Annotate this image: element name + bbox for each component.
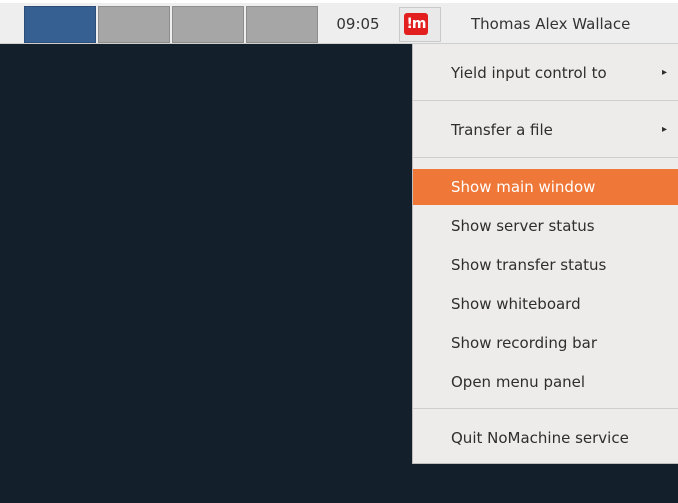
menu-item-label: Show recording bar: [451, 334, 598, 352]
workspace-1[interactable]: [24, 6, 96, 43]
submenu-arrow-icon: ▸: [661, 124, 667, 135]
submenu-arrow-icon: ▸: [661, 67, 667, 78]
menu-item-label: Yield input control to: [451, 64, 607, 82]
nomachine-icon: !m: [404, 13, 428, 35]
nomachine-context-menu: Yield input control to ▸ Transfer a file…: [412, 44, 678, 464]
menu-item-label: Transfer a file: [451, 121, 553, 139]
menu-item-show-main-window[interactable]: Show main window: [413, 169, 678, 205]
workspace-3[interactable]: [172, 6, 244, 43]
menu-separator: [413, 157, 678, 158]
menu-item-label: Show whiteboard: [451, 295, 581, 313]
user-name[interactable]: Thomas Alex Wallace: [471, 6, 678, 43]
menu-item-quit-service[interactable]: Quit NoMachine service: [413, 420, 678, 456]
menu-item-open-menu-panel[interactable]: Open menu panel: [413, 364, 678, 400]
menu-item-show-whiteboard[interactable]: Show whiteboard: [413, 286, 678, 322]
menu-item-show-server-status[interactable]: Show server status: [413, 208, 678, 244]
menu-item-label: Show server status: [451, 217, 595, 235]
menu-item-show-recording-bar[interactable]: Show recording bar: [413, 325, 678, 361]
menu-item-label: Quit NoMachine service: [451, 429, 629, 447]
menu-separator: [413, 100, 678, 101]
clock[interactable]: 09:05: [318, 6, 398, 43]
menu-item-label: Show main window: [451, 178, 596, 196]
menu-item-show-transfer-status[interactable]: Show transfer status: [413, 247, 678, 283]
top-panel: 09:05 !m Thomas Alex Wallace: [0, 3, 678, 44]
menu-item-label: Show transfer status: [451, 256, 607, 274]
menu-item-transfer-file[interactable]: Transfer a file ▸: [413, 112, 678, 148]
menu-item-yield-input[interactable]: Yield input control to ▸: [413, 55, 678, 91]
menu-item-label: Open menu panel: [451, 373, 586, 391]
workspace-4[interactable]: [246, 6, 318, 43]
workspace-2[interactable]: [98, 6, 170, 43]
nomachine-tray-button[interactable]: !m: [399, 7, 441, 42]
menu-separator: [413, 408, 678, 409]
